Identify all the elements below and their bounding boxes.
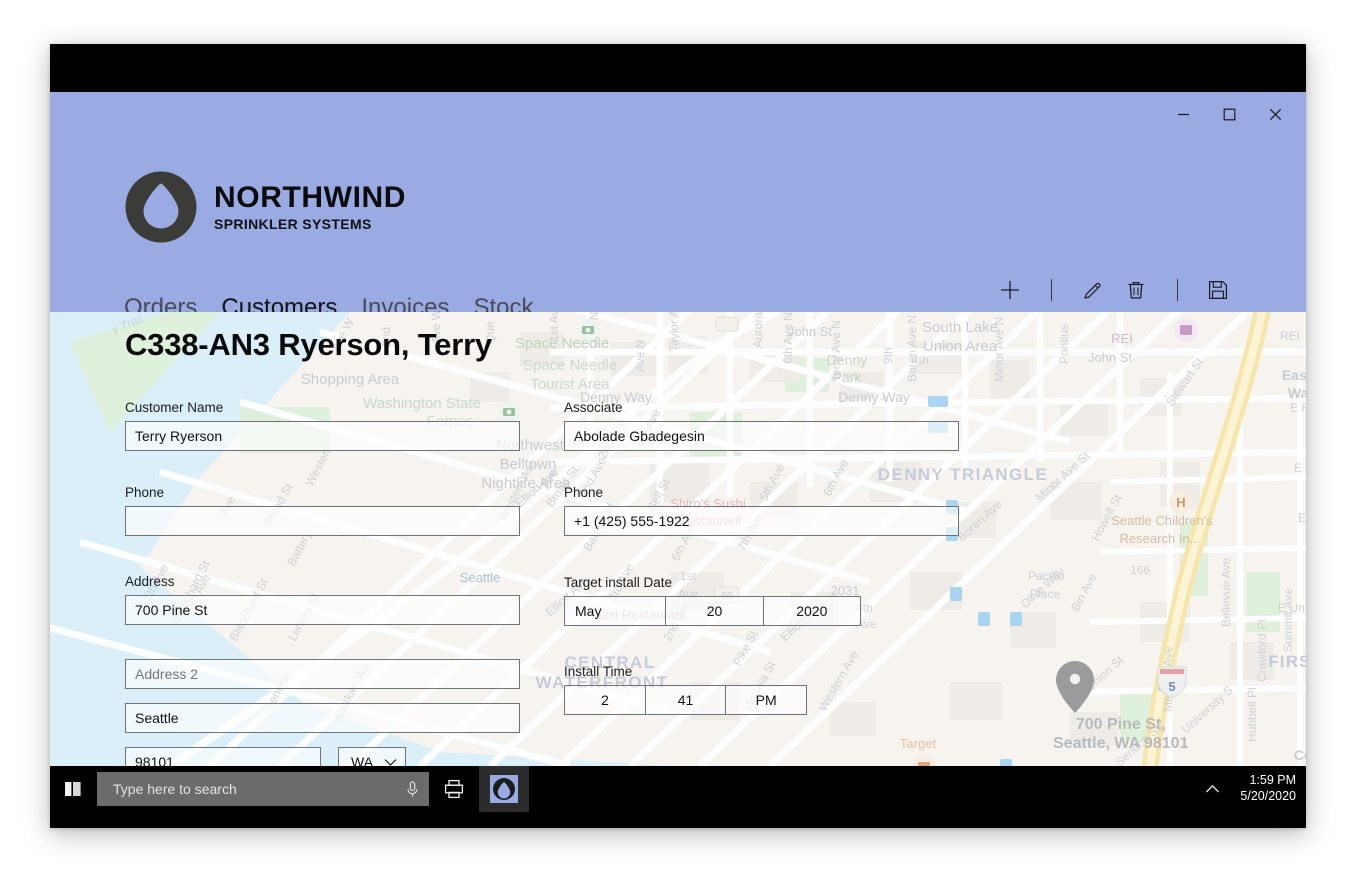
maximize-icon [1223,108,1235,120]
clock-date: 5/20/2020 [1240,789,1296,803]
customer-name-label: Customer Name [125,400,224,415]
associate-input[interactable] [564,421,959,452]
northwind-app-icon [490,775,518,803]
toolbar-separator-2 [1158,268,1196,312]
northwind-app: NORTHWIND SPRINKLER SYSTEMS Orders Custo… [50,92,1306,766]
start-button[interactable] [50,766,96,812]
taskbar-northwind-app[interactable] [479,766,529,812]
chevron-down-icon [384,758,397,767]
zip-input[interactable] [125,747,321,766]
maximize-button[interactable] [1206,92,1252,136]
search-placeholder-text: Type here to search [113,781,237,797]
phone-right-field: Phone [564,485,959,537]
window-top-black-bar [50,44,1306,92]
target-install-date-label: Target install Date [564,575,673,590]
windows-taskbar: Type here to search 1:59 PM 5/20/2020 [50,766,1306,828]
associate-field: Associate [564,400,959,452]
add-button[interactable] [988,268,1032,312]
taskbar-printer-app[interactable] [429,766,479,812]
install-date-day[interactable]: 20 [666,597,764,626]
customer-name-input[interactable] [125,421,520,452]
edit-button[interactable] [1070,268,1114,312]
page-title: C338-AN3 Ryerson, Terry [125,327,492,362]
phone-left-field: Phone [125,485,520,537]
state-select-value: WA [351,754,374,766]
plus-icon [1001,281,1019,299]
clock-time: 1:59 PM [1249,773,1296,788]
zip-state-row: WA [125,747,520,766]
customer-name-field: Customer Name [125,400,520,452]
install-time-meridiem[interactable]: PM [726,686,806,714]
target-install-date-field: Target install Date May 20 2020 [564,575,861,627]
install-time-minute[interactable]: 41 [646,686,727,715]
phone-left-input[interactable] [125,506,520,537]
pencil-icon [1083,282,1100,299]
printer-icon [444,779,464,799]
save-button[interactable] [1196,268,1240,312]
desktop: NORTHWIND SPRINKLER SYSTEMS Orders Custo… [0,0,1356,884]
address-line2-input[interactable] [125,659,520,689]
install-time-label: Install Time [564,664,633,679]
target-install-date-group[interactable]: May 20 2020 [564,596,861,627]
install-time-hour[interactable]: 2 [565,686,646,715]
windows-logo-icon [65,782,81,796]
brand-subtitle: SPRINKLER SYSTEMS [214,216,372,233]
search-input[interactable]: Type here to search [97,772,429,806]
close-icon [1269,108,1281,120]
close-button[interactable] [1252,92,1298,136]
address-line2-field [125,659,520,689]
title-bar [50,92,1306,136]
minimize-button[interactable] [1160,92,1206,136]
chevron-up-icon[interactable] [1199,784,1226,794]
install-time-group[interactable]: 2 41 PM [564,685,807,716]
phone-right-input[interactable] [564,506,959,537]
brand-title: NORTHWIND [214,180,407,214]
phone-left-label: Phone [125,485,165,500]
address-field: Address [125,574,520,626]
state-select[interactable]: WA [338,747,406,766]
trash-icon [1128,281,1144,299]
content-area: Space Needle Space Needle Tourist Area W… [50,312,1306,766]
customer-form: C338-AN3 Ryerson, Terry Customer Name Ph… [50,312,1306,766]
floppy-disk-icon [1208,280,1228,300]
address-line1-input[interactable] [125,595,520,626]
install-date-month[interactable]: May [565,597,667,626]
install-date-year[interactable]: 2020 [764,597,860,625]
toolbar-separator-1 [1032,268,1070,312]
system-tray: 1:59 PM 5/20/2020 [1199,766,1306,812]
city-input[interactable] [125,703,520,733]
water-drop-ring-icon [125,171,197,243]
delete-button[interactable] [1114,268,1158,312]
taskbar-clock[interactable]: 1:59 PM 5/20/2020 [1240,773,1296,804]
associate-label: Associate [564,400,623,415]
brand-header: NORTHWIND SPRINKLER SYSTEMS [124,170,406,244]
install-time-field: Install Time 2 41 PM [564,664,807,716]
city-field [125,703,520,733]
microphone-icon[interactable] [406,780,419,798]
app-window: NORTHWIND SPRINKLER SYSTEMS Orders Custo… [50,44,1306,828]
minimize-icon [1177,113,1189,115]
phone-right-label: Phone [564,485,604,500]
address-label: Address [125,574,175,589]
